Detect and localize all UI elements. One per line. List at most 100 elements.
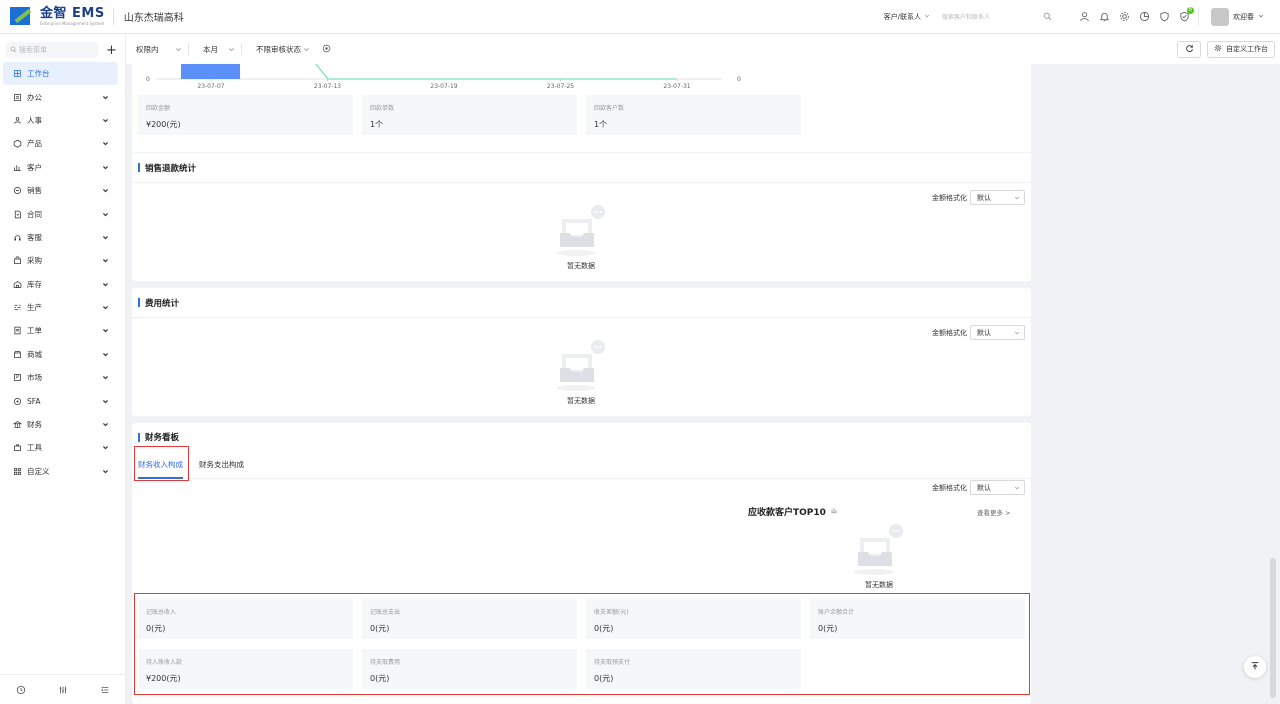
sliders-icon[interactable] bbox=[57, 684, 69, 696]
search-icon[interactable] bbox=[1043, 12, 1052, 23]
scope-filter-select[interactable]: 权限内 bbox=[126, 40, 188, 58]
sidebar-item-1[interactable]: 办公 bbox=[0, 85, 125, 108]
page-scrollbar[interactable] bbox=[1270, 558, 1276, 698]
sidebar-item-4[interactable]: 客户 bbox=[0, 156, 125, 179]
search-scope-select[interactable]: 客户/联系人 bbox=[884, 12, 930, 22]
sidebar-footer bbox=[0, 674, 126, 704]
global-search-input[interactable]: 搜索客户和联系人 bbox=[942, 9, 1052, 25]
user-menu[interactable]: 欢迎春 bbox=[1198, 7, 1264, 26]
sidebar-item-8[interactable]: 采购 bbox=[0, 249, 125, 272]
grid-icon bbox=[13, 69, 22, 78]
finance-tabs: 财务收入构成 财务支出构成 bbox=[132, 451, 1031, 479]
scope-filter-value: 权限内 bbox=[136, 44, 159, 54]
format-select-value: 默认 bbox=[977, 483, 991, 492]
sidebar-item-label: 采购 bbox=[27, 256, 42, 266]
box-icon bbox=[13, 139, 22, 149]
avatar bbox=[1211, 7, 1229, 26]
shield-icon[interactable] bbox=[1158, 11, 1170, 23]
card-title: 财务看板 bbox=[145, 433, 180, 443]
notification-icon[interactable]: 8 bbox=[1178, 6, 1194, 23]
finance-dashboard-card: 财务看板 财务收入构成 财务支出构成 金额格式化 默认 应收款客户TOP10 查… bbox=[132, 423, 1031, 704]
chevron-down-icon bbox=[102, 421, 109, 428]
sidebar-item-7[interactable]: 客服 bbox=[0, 226, 125, 249]
sidebar-item-label: SFA bbox=[27, 396, 41, 406]
history-icon[interactable] bbox=[15, 684, 27, 696]
service-icon bbox=[13, 233, 22, 242]
refresh-button[interactable] bbox=[1177, 40, 1201, 58]
collapse-menu-icon[interactable] bbox=[99, 684, 111, 696]
status-filter-select[interactable]: 不限审核状态 bbox=[246, 40, 316, 58]
period-filter-select[interactable]: 本月 bbox=[193, 40, 241, 58]
sidebar-item-12[interactable]: 商城 bbox=[0, 343, 125, 366]
sidebar-item-2[interactable]: 人事 bbox=[0, 109, 125, 132]
sidebar-item-label: 客户 bbox=[27, 162, 42, 172]
sidebar-item-16[interactable]: 工具 bbox=[0, 436, 125, 459]
chevron-down-icon bbox=[102, 398, 109, 405]
x-tick-label: 23-07-07 bbox=[197, 83, 224, 90]
filter-settings-icon[interactable] bbox=[322, 44, 331, 55]
search-scope-label: 客户/联系人 bbox=[883, 12, 921, 21]
format-select[interactable]: 默认 bbox=[970, 325, 1025, 340]
stat-value: ¥200(元) bbox=[146, 120, 181, 129]
chevron-down-icon bbox=[1258, 12, 1264, 21]
sidebar-item-11[interactable]: 工单 bbox=[0, 319, 125, 342]
logo-mark-icon bbox=[10, 6, 34, 27]
empty-state: 暂无数据 bbox=[556, 340, 606, 406]
settings-gear-icon[interactable] bbox=[1118, 11, 1130, 23]
sidebar-item-label: 工单 bbox=[27, 326, 42, 336]
back-to-top-button[interactable] bbox=[1244, 656, 1266, 678]
sidebar-item-13[interactable]: 市场 bbox=[0, 366, 125, 389]
sidebar-item-label: 财务 bbox=[27, 420, 42, 430]
receivable-top10-label: 应收款客户TOP10 bbox=[748, 508, 826, 518]
sidebar-item-17[interactable]: 自定义 bbox=[0, 460, 125, 483]
y-axis-right-zero: 0 bbox=[737, 76, 741, 83]
logo[interactable]: 金智 EMS Enterprise Management System bbox=[10, 6, 105, 27]
logo-subtitle: Enterprise Management System bbox=[40, 21, 105, 26]
gear-icon bbox=[1214, 44, 1222, 54]
chevron-down-icon bbox=[175, 46, 182, 53]
menu-search-input[interactable]: 搜索菜单 bbox=[6, 42, 98, 58]
pie-chart-icon[interactable] bbox=[1138, 11, 1150, 23]
sidebar-item-5[interactable]: 销售 bbox=[0, 179, 125, 202]
contacts-icon[interactable] bbox=[1078, 11, 1090, 23]
collection-stat-box: 回款金额 ¥200(元) bbox=[138, 95, 353, 135]
customer-icon bbox=[13, 163, 22, 172]
chart-bar bbox=[181, 64, 240, 79]
chevron-down-icon bbox=[1013, 194, 1020, 201]
refresh-icon bbox=[1185, 44, 1194, 55]
chevron-down-icon bbox=[102, 234, 109, 241]
arrow-up-to-top-icon bbox=[1250, 661, 1260, 673]
add-menu-button[interactable]: + bbox=[106, 44, 117, 57]
status-filter-value: 不限审核状态 bbox=[256, 44, 301, 54]
format-select[interactable]: 默认 bbox=[970, 190, 1025, 205]
sfa-icon bbox=[13, 397, 22, 406]
chevron-down-icon bbox=[102, 327, 109, 334]
sidebar-item-6[interactable]: 合同 bbox=[0, 202, 125, 225]
sidebar-item-0[interactable]: 工作台 bbox=[3, 62, 118, 86]
empty-inbox-icon bbox=[854, 524, 904, 578]
sidebar-item-label: 市场 bbox=[27, 373, 42, 383]
sidebar-item-9[interactable]: 库存 bbox=[0, 273, 125, 296]
sidebar-item-14[interactable]: SFA bbox=[0, 389, 125, 412]
market-icon bbox=[13, 373, 22, 382]
stat-label: 回款金额 bbox=[146, 105, 171, 112]
tab-expense-composition[interactable]: 财务支出构成 bbox=[199, 451, 244, 479]
format-select[interactable]: 默认 bbox=[970, 480, 1025, 495]
chevron-down-icon bbox=[1013, 329, 1020, 336]
sidebar-nav: 工作台 办公 人事产品客户销售 合同 客服采购库存 生产工单商城市场 SFA 财务工具 自定义 bbox=[0, 62, 125, 483]
sidebar-item-15[interactable]: 财务 bbox=[0, 413, 125, 436]
view-more-link[interactable]: 查看更多 > bbox=[977, 507, 1011, 517]
purchase-icon bbox=[13, 256, 22, 265]
sidebar-item-3[interactable]: 产品 bbox=[0, 132, 125, 155]
empty-label: 暂无数据 bbox=[865, 581, 893, 589]
bell-icon[interactable] bbox=[1098, 11, 1110, 23]
stat-value: 1个 bbox=[370, 120, 384, 129]
stat-label: 回款单数 bbox=[370, 105, 395, 112]
customize-workbench-button[interactable]: 自定义工作台 bbox=[1207, 40, 1275, 58]
format-select-value: 默认 bbox=[977, 193, 991, 202]
sidebar-item-label: 商城 bbox=[27, 349, 42, 359]
sidebar-item-label: 产品 bbox=[27, 139, 42, 149]
sidebar-item-10[interactable]: 生产 bbox=[0, 296, 125, 319]
chart-icon[interactable] bbox=[830, 506, 838, 517]
chevron-down-icon bbox=[102, 444, 109, 451]
